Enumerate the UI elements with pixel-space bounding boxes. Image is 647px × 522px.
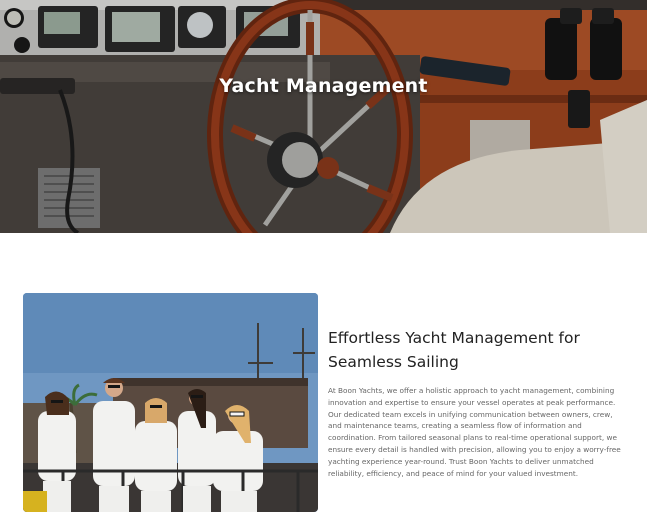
team-on-yacht-image (23, 293, 318, 512)
section-heading-line1: Effortless Yacht Management for (328, 329, 580, 347)
hero-banner: Yacht Management (0, 0, 647, 233)
page-title: Yacht Management (219, 75, 428, 97)
section-heading-line2: Seamless Sailing (328, 353, 459, 371)
section-heading: Effortless Yacht Management for Seamless… (328, 326, 628, 374)
team-photo (23, 293, 318, 512)
hero-yacht-helm-image (0, 0, 647, 233)
section-paragraph: At Boon Yachts, we offer a holistic appr… (328, 386, 621, 478)
